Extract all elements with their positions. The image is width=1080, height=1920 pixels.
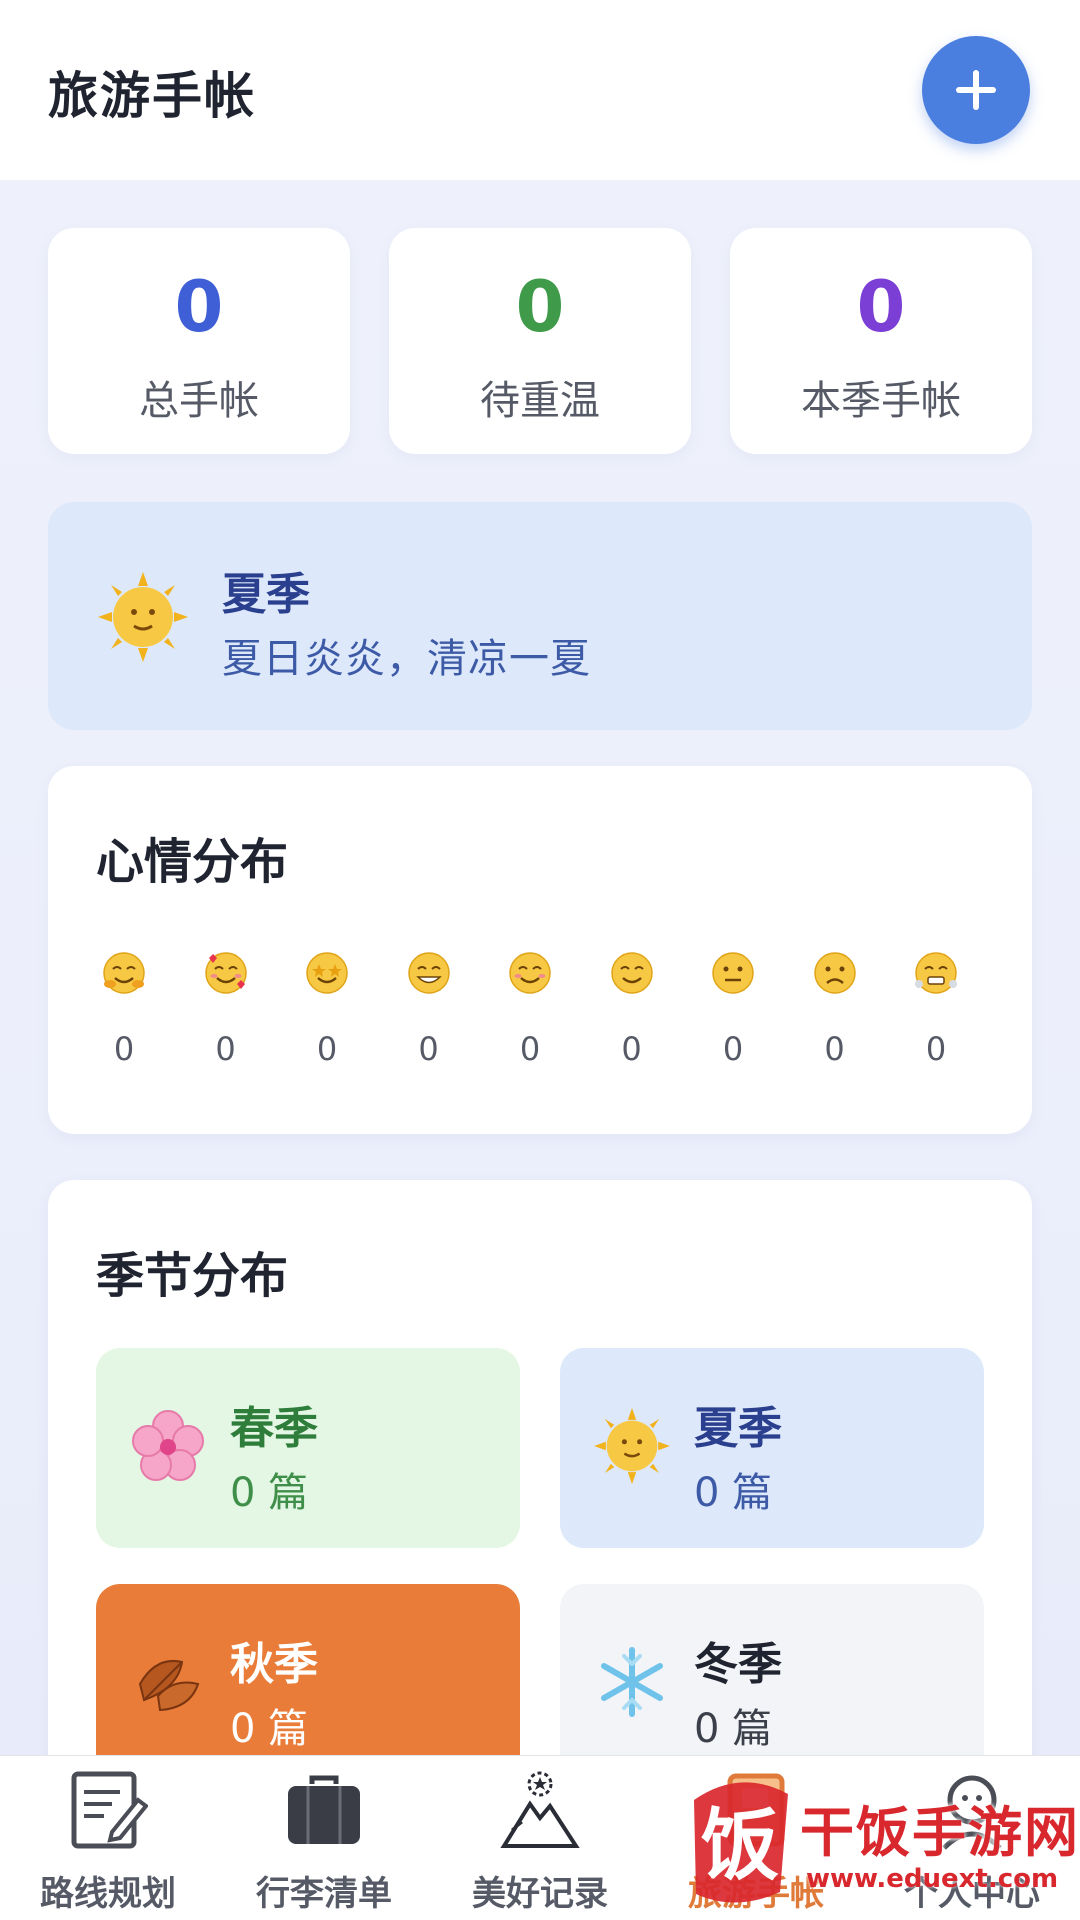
season-tile-summer[interactable]: 夏季 0 篇 [560,1348,984,1548]
mood-item: 0 [176,950,276,1068]
slightly-smiling-face-icon [610,952,653,994]
stat-label: 待重温 [480,378,600,424]
tab-label: 路线规划 [40,1874,176,1914]
stat-value: 0 [515,266,565,348]
season-count: 0 篇 [230,1706,309,1752]
mood-distribution-card: 心情分布 0 0 0 0 0 0 0 0 0 [48,766,1032,1134]
season-name: 秋季 [230,1639,318,1690]
grinning-face-icon [407,952,450,994]
page-title: 旅游手帐 [48,67,256,125]
star-struck-face-icon [306,952,348,994]
season-count: 0 篇 [694,1470,773,1516]
suitcase-icon [288,1775,360,1844]
disappointed-face-icon [813,952,856,994]
main-content: 0 总手帐 0 待重温 0 本季手帐 夏季 夏日炎炎，清凉一夏 心情分布 000… [0,180,1080,1755]
mood-count: 0 [925,1030,947,1068]
tab-label: 行李清单 [256,1874,392,1914]
snowflake-icon [601,1647,663,1717]
notepad-pen-icon [71,1771,148,1849]
blushing-face-icon [509,952,551,994]
mood-count: 0 [722,1030,744,1068]
stat-value: 0 [174,266,224,348]
mood-item: 0 [785,950,885,1068]
plus-icon [956,70,996,110]
add-journal-button[interactable] [922,36,1030,144]
mood-count: 0 [215,1030,236,1068]
mood-item: 0 [582,950,682,1068]
journal-icon [727,1773,785,1847]
tab-label: 旅游手帐 [688,1874,824,1914]
stat-label: 本季手帐 [801,378,961,424]
mood-count: 0 [519,1030,541,1068]
season-distribution-card: 季节分布 春季 0 篇 夏季 0 篇 秋季 0 篇 冬季 0 篇 [48,1180,1032,1755]
section-title: 季节分布 [96,1248,289,1304]
stat-card-season[interactable]: 0 本季手帐 [730,228,1032,454]
hugging-face-icon [103,952,145,994]
cherry-blossom-icon [132,1410,204,1481]
section-title: 心情分布 [96,834,289,890]
bottom-tab-bar: 路线规划 行李清单 美好记录 旅游手帐 个人中心 [0,1755,1080,1920]
season-name: 夏季 [694,1403,782,1454]
smiling-face-with-hearts-icon [204,952,247,994]
app-header: 旅游手帐 [0,0,1080,180]
current-season-banner: 夏季 夏日炎炎，清凉一夏 [48,502,1032,730]
tab-label: 美好记录 [472,1874,608,1914]
tab-route-planning[interactable]: 路线规划 [0,1756,216,1920]
season-count: 0 篇 [694,1706,773,1752]
user-icon [942,1775,1002,1850]
season-name: 冬季 [694,1639,782,1690]
huffing-face-icon [915,952,957,994]
mood-count: 0 [621,1030,642,1068]
mood-item: 0 [886,950,986,1068]
mood-count: 0 [316,1030,338,1068]
stat-label: 总手帐 [139,378,259,424]
season-tile-spring[interactable]: 春季 0 篇 [96,1348,520,1548]
fallen-leaf-icon [138,1660,200,1712]
season-tile-winter[interactable]: 冬季 0 篇 [560,1584,984,1755]
tab-good-memories[interactable]: 美好记录 [432,1756,648,1920]
mood-item: 0 [277,950,377,1068]
mood-item: 0 [379,950,479,1068]
stat-value: 0 [856,266,906,348]
mood-item: 0 [74,950,174,1068]
sun-face-icon [594,1408,670,1484]
mountain-star-icon [500,1771,580,1848]
mood-count: 0 [418,1030,439,1068]
season-name: 春季 [230,1403,318,1454]
tab-profile[interactable]: 个人中心 [864,1756,1080,1920]
mood-item: 0 [683,950,783,1068]
season-name: 夏季 [222,569,310,620]
stat-card-revisit[interactable]: 0 待重温 [389,228,691,454]
sun-face-icon [98,572,188,662]
tab-travel-journal[interactable]: 旅游手帐 [648,1756,864,1920]
season-count: 0 篇 [230,1470,309,1516]
tab-label: 个人中心 [904,1874,1040,1914]
mood-count: 0 [824,1030,845,1068]
stat-card-total[interactable]: 0 总手帐 [48,228,350,454]
neutral-face-icon [712,952,754,994]
season-tile-autumn[interactable]: 秋季 0 篇 [96,1584,520,1755]
mood-count: 0 [113,1030,135,1068]
season-subtitle: 夏日炎炎，清凉一夏 [222,636,591,682]
tab-packing-list[interactable]: 行李清单 [216,1756,432,1920]
mood-item: 0 [480,950,580,1068]
